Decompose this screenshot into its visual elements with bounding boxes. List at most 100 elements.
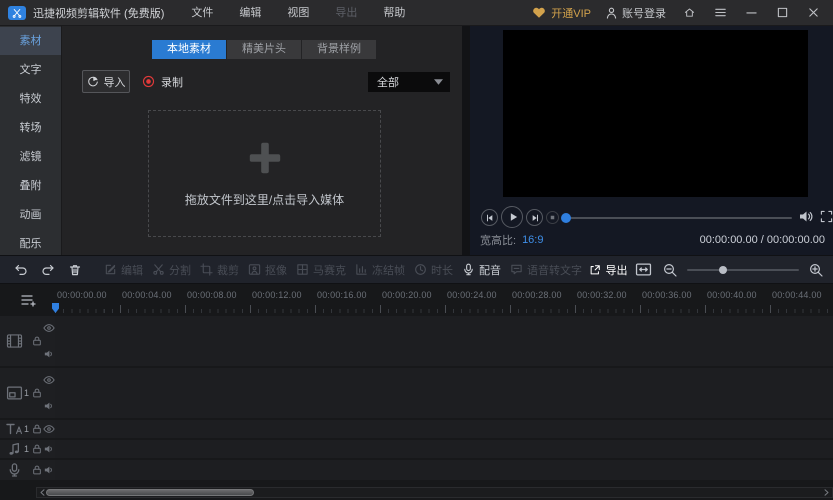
vip-crown-icon [532,7,546,19]
record-button[interactable]: 录制 [142,70,183,93]
export-icon [589,264,601,276]
voice-track-lane[interactable] [55,460,833,480]
next-frame-button[interactable] [526,209,543,226]
timeline-zoom-slider[interactable] [687,269,799,271]
ruler-label: 00:00:20.00 [382,290,432,300]
video-track-header [0,316,55,366]
fullscreen-icon[interactable] [820,210,833,223]
preview-progress-slider[interactable] [562,217,792,219]
edit-label: 编辑 [121,262,143,278]
video-track [0,316,833,366]
eye-icon[interactable] [43,375,55,385]
menu-view[interactable]: 视图 [274,0,322,26]
edit-button[interactable]: 编辑 [104,262,143,278]
ruler-label: 00:00:16.00 [317,290,367,300]
media-dropzone[interactable]: 拖放文件到这里/点击导入媒体 [148,110,381,237]
prev-frame-button[interactable] [481,209,498,226]
music-track-lane[interactable] [55,440,833,458]
split-label: 分割 [169,262,191,278]
menu-edit[interactable]: 编辑 [226,0,274,26]
sidebar-item-text[interactable]: 文字 [0,56,61,84]
fit-timeline-icon[interactable] [634,262,653,277]
texttrack-icon [6,422,23,437]
sidebar-item-music[interactable]: 配乐 [0,230,61,258]
freeze-frame-label: 冻结帧 [372,262,405,278]
zoom-slider-handle[interactable] [719,266,727,274]
sidebar-item-overlays[interactable]: 叠附 [0,172,61,200]
timeline-ruler[interactable]: 00:00:00.0000:00:04.0000:00:08.0000:00:1… [0,284,833,314]
menu-file[interactable]: 文件 [178,0,226,26]
lock-icon[interactable] [32,335,42,347]
mosaic-button[interactable]: 马赛克 [296,262,346,278]
zoom-out-icon[interactable] [663,263,677,277]
text-track-lane[interactable] [55,420,833,438]
tab-intro-templates[interactable]: 精美片头 [227,40,301,59]
prev-frame-icon [485,213,495,223]
media-tabs: 本地素材精美片头背景样例 [152,40,376,59]
video-preview[interactable] [503,30,808,197]
aspect-ratio-value[interactable]: 16:9 [522,234,543,246]
speaker-icon[interactable] [43,444,55,454]
import-button[interactable]: 导入 [82,70,130,93]
maximize-button[interactable] [774,5,790,21]
aspect-ratio-label: 宽高比: [480,232,516,248]
progress-handle[interactable] [561,213,571,223]
tab-local-media[interactable]: 本地素材 [152,40,226,59]
sidebar-item-filters[interactable]: 滤镜 [0,143,61,171]
account-login-button[interactable]: 账号登录 [606,5,666,21]
lock-icon[interactable] [32,387,42,399]
menu-help[interactable]: 帮助 [370,0,418,26]
pip-track-controls [43,368,55,418]
lock-icon[interactable] [32,464,42,476]
plus-icon [246,139,284,177]
ruler-label: 00:00:36.00 [642,290,692,300]
play-button[interactable] [501,206,523,228]
redo-button[interactable] [41,263,55,277]
home-icon [684,7,695,18]
eye-icon[interactable] [43,323,55,333]
timeline-horizontal-scrollbar[interactable] [36,487,833,498]
sidebar-item-transitions[interactable]: 转场 [0,114,61,142]
export-button[interactable]: 导出 [582,259,634,280]
sidebar-item-effects[interactable]: 特效 [0,85,61,113]
eye-icon[interactable] [43,424,55,434]
video-track-lane[interactable] [55,316,833,366]
filter-selected-value: 全部 [377,74,399,90]
sidebar-item-media[interactable]: 素材 [0,27,61,55]
crop-button[interactable]: 裁剪 [200,262,239,278]
lock-icon[interactable] [32,443,42,455]
main-menu-button[interactable] [712,5,728,21]
speaker-icon[interactable] [43,349,55,359]
stop-button[interactable] [546,211,559,224]
speaker-icon[interactable] [43,401,55,411]
voiceover-button[interactable]: 配音 [462,262,501,278]
vip-button[interactable]: 开通VIP [532,5,591,21]
scroll-right-button[interactable] [822,488,831,497]
app-window: 迅捷视频剪辑软件 (免费版) 文件编辑视图导出帮助 开通VIP 账号登录 素材文… [0,0,833,500]
close-button[interactable] [805,5,821,21]
freeze-icon [355,263,368,276]
chroma-key-button[interactable]: 抠像 [248,262,287,278]
minimize-button[interactable] [743,5,759,21]
media-filter-dropdown[interactable]: 全部 [368,72,450,92]
sidebar-item-animation[interactable]: 动画 [0,201,61,229]
text-track: 1 [0,420,833,438]
scrollbar-thumb[interactable] [46,489,254,496]
left-sidebar: 素材文字特效转场滤镜叠附动画配乐 [0,26,62,255]
voiceover-label: 配音 [479,262,501,278]
split-button[interactable]: 分割 [152,262,191,278]
volume-icon[interactable] [798,209,814,224]
home-button[interactable] [681,5,697,21]
delete-button[interactable] [68,263,82,277]
lock-icon[interactable] [32,423,42,435]
menu-bar: 文件编辑视图导出帮助 [178,0,418,26]
duration-button[interactable]: 时长 [414,262,453,278]
speech-to-text-button[interactable]: 语音转文字 [510,262,582,278]
undo-button[interactable] [14,263,28,277]
freeze-frame-button[interactable]: 冻结帧 [355,262,405,278]
tab-background-samples[interactable]: 背景样例 [302,40,376,59]
speaker-icon[interactable] [43,465,55,475]
menu-export[interactable]: 导出 [322,0,370,26]
zoom-in-icon[interactable] [809,263,823,277]
pip-track-lane[interactable] [55,368,833,418]
